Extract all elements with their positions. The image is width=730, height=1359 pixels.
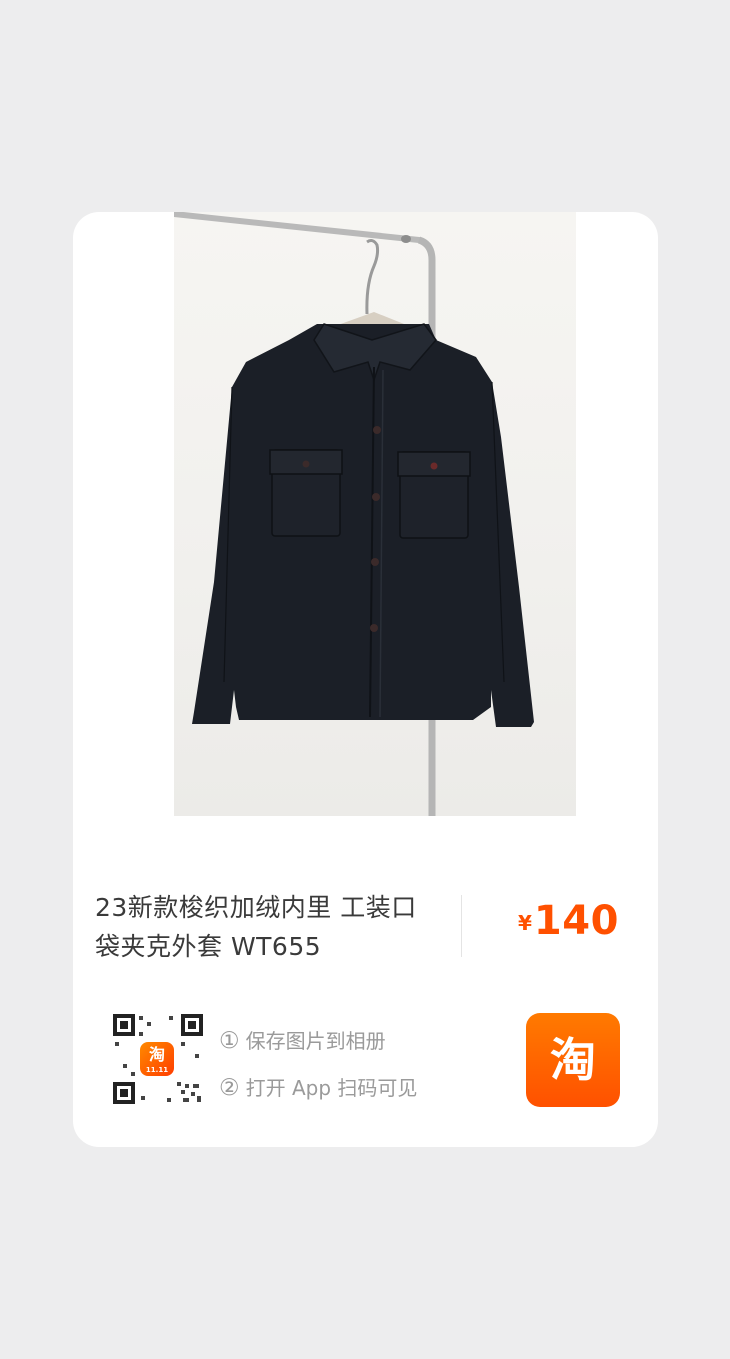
instruction-step: ② 打开 App 扫码可见 — [219, 1065, 417, 1112]
currency-symbol: ¥ — [518, 911, 532, 935]
mini-logo-char: 淘 — [148, 1045, 165, 1064]
scan-instructions: ① 保存图片到相册 ② 打开 App 扫码可见 — [219, 1018, 417, 1112]
share-card: 23新款梭织加绒内里 工装口袋夹克外套 WT655 ¥140 淘 11.11 ①… — [73, 212, 658, 1147]
mini-logo-tag: 11.11 — [145, 1066, 169, 1074]
product-title: 23新款梭织加绒内里 工装口袋夹克外套 WT655 — [95, 893, 417, 961]
product-image[interactable] — [174, 212, 576, 816]
taobao-logo-char: 淘 — [550, 1033, 596, 1087]
qr-code[interactable]: 淘 11.11 — [111, 1012, 205, 1106]
jacket-illustration — [174, 212, 534, 816]
step-number: ① — [219, 1028, 240, 1054]
product-price: ¥140 — [518, 898, 619, 944]
step-text: 打开 App 扫码可见 — [245, 1076, 418, 1100]
taobao-mini-logo: 淘 11.11 — [140, 1042, 174, 1076]
step-text: 保存图片到相册 — [245, 1029, 386, 1053]
instruction-step: ① 保存图片到相册 — [219, 1018, 417, 1065]
taobao-app-icon[interactable]: 淘 — [526, 1013, 620, 1107]
step-number: ② — [219, 1075, 240, 1101]
divider — [461, 895, 462, 957]
price-amount: 140 — [533, 898, 619, 944]
